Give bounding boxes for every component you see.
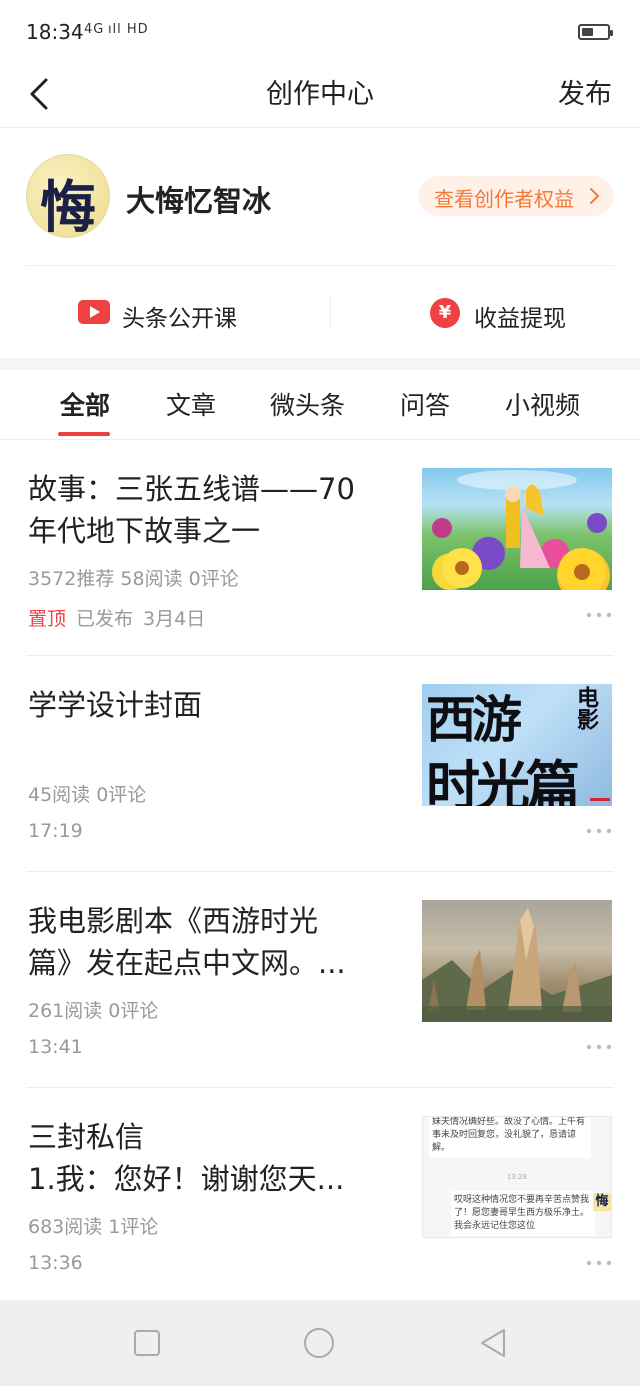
item-stats: 45阅读 0评论 [28, 784, 147, 806]
item-title[interactable]: 故事：三张五线谱——70 年代地下故事之一 [28, 468, 378, 552]
tab-micro-posts[interactable]: 微头条 [270, 386, 345, 422]
item-meta: 17:19 [28, 820, 83, 842]
status-time: 18:34 [26, 20, 84, 44]
signal-icon: 4G ıll HD [84, 22, 149, 37]
more-options-icon[interactable] [586, 1042, 612, 1052]
content-item[interactable]: 学学设计封面 45阅读 0评论 17:19 西游 电影 时光篇 [0, 656, 640, 872]
system-nav-bar [0, 1300, 640, 1386]
fantasy-landscape [422, 908, 612, 1022]
item-title[interactable]: 学学设计封面 [28, 684, 378, 726]
item-date: 13:36 [28, 1252, 83, 1274]
section-gap [0, 358, 640, 370]
avatar[interactable]: 悔 [26, 154, 110, 238]
open-course-label: 头条公开课 [122, 306, 237, 332]
item-title[interactable]: 三封私信 1.我：您好！谢谢您天... [28, 1116, 378, 1200]
avatar-glyph: 悔 [40, 175, 96, 238]
content-tabs: 全部 文章 微头条 问答 小视频 [0, 370, 640, 440]
creator-benefits-button[interactable]: 查看创作者权益 [418, 176, 614, 216]
item-thumbnail[interactable] [422, 468, 612, 590]
active-tab-indicator [58, 432, 110, 436]
content-item[interactable]: 三封私信 1.我：您好！谢谢您天... 683阅读 1评论 13:36 妹夫情况… [0, 1088, 640, 1304]
profile-header: 悔 大悔忆智冰 查看创作者权益 [0, 128, 640, 266]
tab-qa[interactable]: 问答 [400, 386, 450, 422]
open-course-button[interactable]: 头条公开课 [0, 266, 320, 358]
item-date: 3月4日 [143, 608, 206, 630]
video-play-icon [78, 300, 110, 324]
chat-bubble-top: 妹夫情况确好些。故没了心情。上午有事未及时回复您，没礼貌了，恳请谅解。 [429, 1117, 591, 1158]
yen-icon: ¥ [430, 298, 460, 328]
seal-mark [590, 798, 610, 801]
content-item[interactable]: 故事：三张五线谱——70 年代地下故事之一 3572推荐 58阅读 0评论 置顶… [0, 440, 640, 656]
chat-timestamp: 13:28 [506, 1173, 528, 1181]
withdraw-income-label: 收益提现 [474, 306, 566, 332]
chat-bubble-bottom: 哎呀这种情况您不要再辛苦点赞我了！愿您妻哥早生西方极乐净土。我会永远记住您这位 [451, 1191, 595, 1236]
chevron-right-icon [590, 188, 599, 204]
item-thumbnail[interactable]: 妹夫情况确好些。故没了心情。上午有事未及时回复您，没礼貌了，恳请谅解。 13:2… [422, 1116, 612, 1238]
fairy-tale-illustration [432, 470, 607, 590]
publish-button[interactable]: 发布 [558, 72, 612, 111]
chat-avatar: 悔 [593, 1193, 611, 1211]
back-nav-icon[interactable] [476, 1326, 510, 1360]
more-options-icon[interactable] [586, 826, 612, 836]
profile-name[interactable]: 大悔忆智冰 [126, 178, 271, 220]
item-title[interactable]: 我电影剧本《西游时光 篇》发在起点中文网。... [28, 900, 378, 984]
publish-status: 已发布 [76, 608, 134, 630]
recent-apps-icon[interactable] [130, 1326, 164, 1360]
tab-short-videos[interactable]: 小视频 [505, 386, 580, 422]
item-stats: 3572推荐 58阅读 0评论 [28, 568, 239, 590]
more-options-icon[interactable] [586, 1258, 612, 1268]
withdraw-income-button[interactable]: ¥ 收益提现 [320, 266, 640, 358]
battery-icon [578, 24, 613, 40]
item-thumbnail[interactable] [422, 900, 612, 1022]
creator-benefits-label: 查看创作者权益 [434, 187, 574, 211]
item-meta: 13:41 [28, 1036, 83, 1058]
tab-articles[interactable]: 文章 [166, 386, 216, 422]
status-bar: 18:34 4G ıll HD [0, 0, 640, 64]
tab-all[interactable]: 全部 [60, 386, 110, 422]
nav-bar: 创作中心 发布 [0, 64, 640, 128]
shortcut-row: 头条公开课 ¥ 收益提现 [0, 266, 640, 358]
home-icon[interactable] [302, 1326, 336, 1360]
more-options-icon[interactable] [586, 610, 612, 620]
item-stats: 683阅读 1评论 [28, 1216, 159, 1238]
item-meta: 13:36 [28, 1252, 83, 1274]
calligraphy-line-2: 时光篇 [426, 754, 580, 806]
page-title: 创作中心 [266, 79, 374, 110]
calligraphy-side-text: 电影 [573, 686, 599, 730]
item-date: 17:19 [28, 820, 83, 842]
pinned-badge: 置顶 [28, 608, 67, 630]
content-item[interactable]: 我电影剧本《西游时光 篇》发在起点中文网。... 261阅读 0评论 13:41 [0, 872, 640, 1088]
item-date: 13:41 [28, 1036, 83, 1058]
item-meta: 置顶 已发布 3月4日 [28, 604, 205, 631]
battery-level [582, 28, 593, 36]
item-thumbnail[interactable]: 西游 电影 时光篇 [422, 684, 612, 806]
item-stats: 261阅读 0评论 [28, 1000, 159, 1022]
